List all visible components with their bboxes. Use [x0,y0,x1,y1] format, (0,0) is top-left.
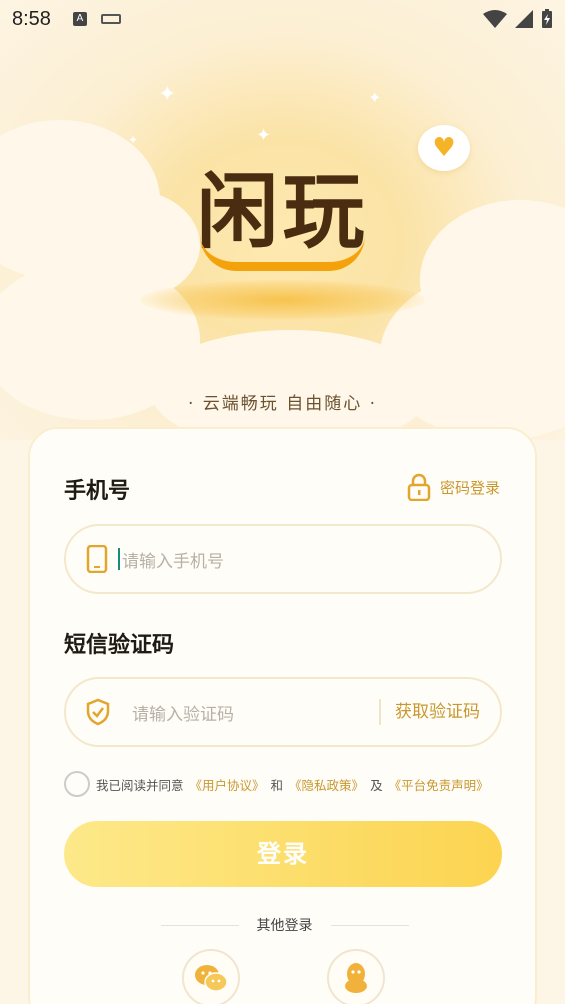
agree-prefix: 我已阅读并同意 [96,777,184,793]
qq-icon [345,963,367,993]
divider-line [330,924,409,926]
status-notification-icons: A [72,12,121,26]
privacy-policy-link[interactable]: 《隐私政策》 [289,775,364,794]
status-right-icons [483,9,553,29]
logo-glow [140,280,425,320]
keyboard-icon [100,14,121,24]
phone-icon [86,545,108,573]
divider-line [160,924,239,926]
user-agreement-link[interactable]: 《用户协议》 [190,775,265,794]
text-cursor [118,548,120,570]
password-login-link[interactable]: 密码登录 [406,473,500,501]
logo-smile [200,235,365,271]
other-login-divider: 其他登录 [30,915,539,935]
agree-checkbox[interactable] [64,771,90,797]
wifi-icon [483,10,507,28]
other-login-label: 其他登录 [256,918,313,934]
password-login-label: 密码登录 [440,478,501,497]
font-notification-icon: A [72,12,87,26]
qq-login-button[interactable] [327,949,385,1004]
signal-icon [515,10,533,28]
wechat-icon [195,965,228,992]
sparkle-icon: ✦ [368,88,382,107]
status-bar: 8:58 A [0,0,565,38]
wechat-login-button[interactable] [182,949,240,1004]
sparkle-icon: ✦ [256,125,272,146]
and-text-2: 及 [370,777,383,793]
slogan: · 云端畅玩 自由随心 · [187,394,378,414]
and-text: 和 [270,777,284,793]
phone-input[interactable]: 请输入手机号 [122,547,224,572]
cloud-bottom [150,330,430,440]
shield-check-icon [86,698,110,726]
agreement-row: 我已阅读并同意 《用户协议》 和 《隐私政策》 及 《平台免责声明》 [64,771,489,797]
phone-label: 手机号 [64,479,131,504]
login-button[interactable]: 登录 [64,821,502,887]
disclaimer-link[interactable]: 《平台免责声明》 [389,775,489,794]
sparkle-icon: ✦ [158,82,177,107]
lock-icon [407,473,431,501]
get-code-button[interactable]: 获取验证码 [379,699,480,725]
code-input[interactable]: 请输入验证码 [132,700,234,725]
code-field[interactable]: 请输入验证码 获取验证码 [64,677,502,747]
login-card: 手机号 密码登录 请输入手机号 短信验证码 请输入验证码 获取验证码 我已阅读并… [28,427,537,1004]
sms-code-label: 短信验证码 [64,633,175,658]
status-time: 8:58 [12,7,51,30]
battery-icon [542,9,552,28]
phone-field[interactable]: 请输入手机号 [64,524,502,594]
